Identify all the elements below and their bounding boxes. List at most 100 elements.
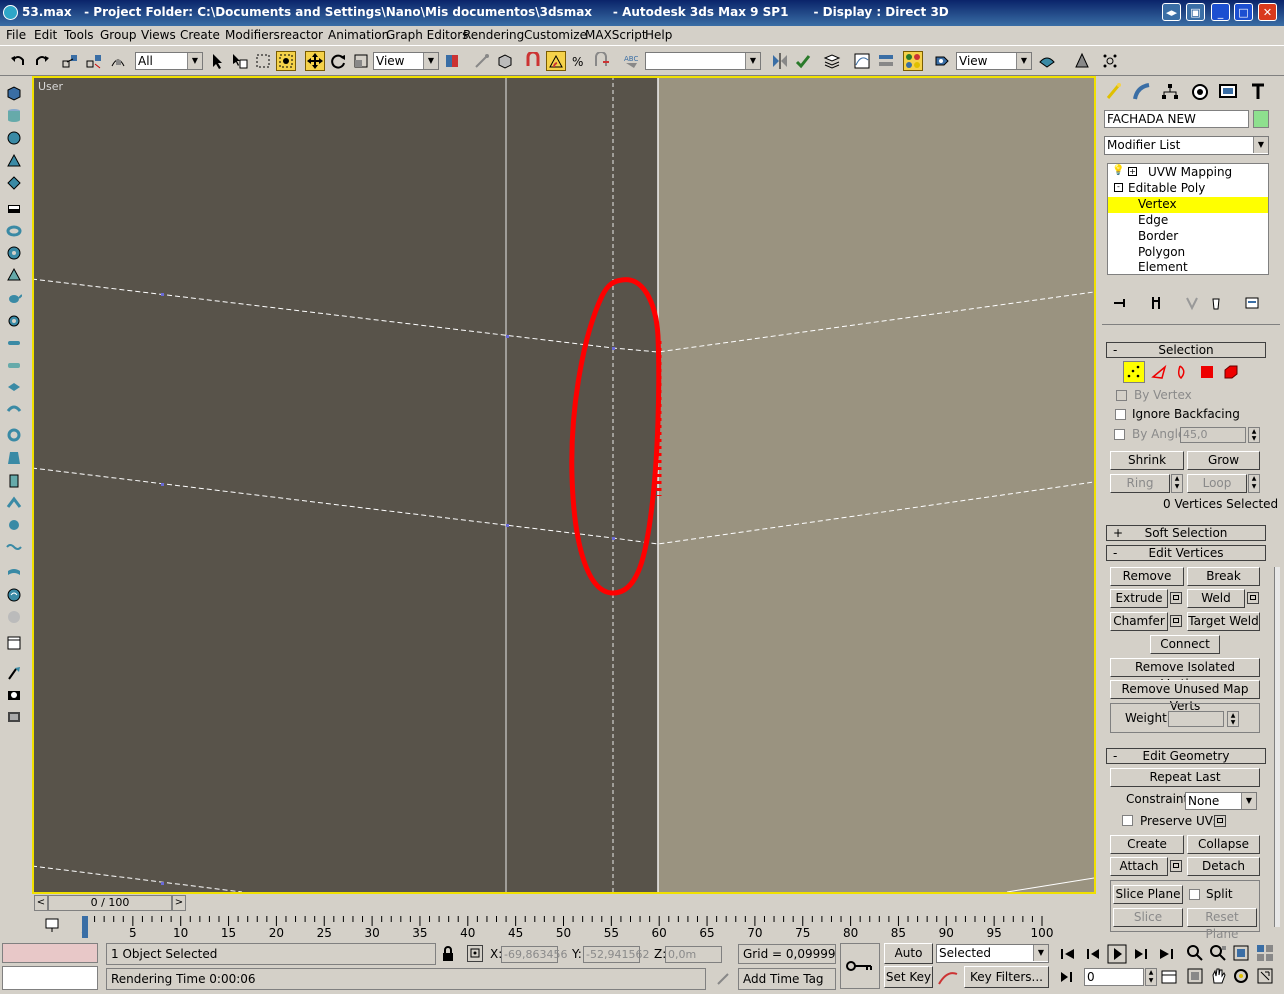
cloud-icon[interactable] (6, 609, 22, 625)
by-vertex-checkbox[interactable] (1116, 390, 1127, 401)
vertex-marker[interactable] (161, 483, 164, 486)
quick-render-icon[interactable] (1037, 51, 1057, 71)
reset-plane-button[interactable]: Reset Plane (1187, 908, 1257, 941)
weld-button[interactable]: Weld (1187, 589, 1245, 608)
current-frame-field[interactable]: 0 (1084, 968, 1144, 986)
minimize-button[interactable]: _ (1211, 3, 1230, 21)
time-next-button[interactable]: > (172, 895, 186, 911)
named-selection-dropdown[interactable]: ▼ (645, 52, 761, 70)
angle-spinner[interactable]: ▲ ▼ (1248, 427, 1260, 443)
set-key-big-button[interactable] (840, 943, 880, 989)
align-icon[interactable] (793, 51, 813, 71)
percent-snap-icon[interactable]: % (569, 51, 589, 71)
time-prev-button[interactable]: < (34, 895, 48, 911)
break-button[interactable]: Break (1187, 567, 1260, 586)
ring-button[interactable]: Ring (1110, 474, 1170, 493)
utilities-tab-icon[interactable] (1248, 82, 1268, 102)
app-icon[interactable] (3, 5, 18, 20)
stack-item-polygon[interactable]: Polygon (1108, 245, 1268, 261)
spindle-icon[interactable] (6, 379, 22, 395)
viewport-label[interactable]: User (38, 80, 63, 93)
object-color-swatch[interactable] (1253, 110, 1269, 128)
spinner-snap-icon[interactable] (592, 51, 612, 71)
vertex-marker[interactable] (161, 882, 164, 885)
by-angle-field[interactable]: 45,0 (1180, 427, 1246, 443)
create-button[interactable]: Create (1110, 835, 1184, 854)
x-coordinate-field[interactable]: -69,863456 (501, 946, 567, 963)
maxscript-input[interactable] (2, 966, 98, 990)
attach-list-icon[interactable] (1170, 860, 1182, 872)
helix-icon[interactable] (6, 587, 22, 603)
time-configuration-icon[interactable] (1160, 968, 1178, 986)
scale-icon[interactable] (351, 51, 371, 71)
absolute-mode-icon[interactable] (467, 945, 483, 962)
soft-selection-rollout-header[interactable]: + Soft Selection (1106, 525, 1266, 541)
previous-frame-icon[interactable] (1084, 946, 1104, 962)
time-slider-thumb[interactable]: 0 / 100 (48, 895, 172, 911)
pyramid-icon[interactable] (6, 267, 22, 283)
detach-button[interactable]: Detach (1187, 857, 1260, 876)
arc-rotate-icon[interactable] (1232, 967, 1250, 985)
oil-tank-icon[interactable] (6, 357, 22, 373)
render-type-dropdown[interactable]: View ▼ (956, 52, 1032, 70)
menu-views[interactable]: Views (141, 28, 176, 42)
by-angle-checkbox[interactable] (1114, 429, 1125, 440)
auto-key-button[interactable]: Auto Key (884, 943, 933, 979)
frame-spinner[interactable]: ▲ ▼ (1145, 968, 1157, 986)
play-icon[interactable] (1107, 944, 1127, 964)
undo-icon[interactable] (8, 51, 28, 71)
remove-button[interactable]: Remove (1110, 567, 1184, 586)
z-coordinate-field[interactable]: 0,0m (665, 946, 722, 963)
vertex-marker[interactable] (506, 524, 509, 527)
modify-tab-icon[interactable] (1132, 82, 1152, 102)
chamfer-settings-icon[interactable] (1170, 615, 1182, 627)
loop-spinner[interactable]: ▲ ▼ (1248, 474, 1260, 493)
highlight-icon[interactable] (1072, 51, 1092, 71)
redo-icon[interactable] (32, 51, 52, 71)
torus-knot-icon[interactable] (6, 495, 22, 511)
zoom-all-icon[interactable] (1209, 944, 1227, 962)
stack-item-border[interactable]: Border (1108, 229, 1268, 245)
prism-icon[interactable] (6, 473, 22, 489)
select-and-link-icon[interactable] (60, 51, 80, 71)
menu-tools[interactable]: Tools (64, 28, 94, 42)
slice-button[interactable]: Slice (1113, 908, 1183, 927)
menu-help[interactable]: Help (645, 28, 672, 42)
extrude-settings-icon[interactable] (1170, 592, 1182, 604)
camera-icon[interactable] (6, 687, 22, 703)
constraints-dropdown[interactable]: None ▼ (1185, 792, 1257, 810)
slice-plane-button[interactable]: Slice Plane (1113, 885, 1183, 904)
pin-stack-icon[interactable] (1112, 295, 1128, 311)
brush-icon[interactable] (6, 665, 22, 681)
window-icon[interactable] (6, 635, 22, 651)
remove-isolated-vertices-button[interactable]: Remove Isolated Vertices (1110, 658, 1260, 691)
gear-icon[interactable] (6, 313, 22, 329)
maximize-button[interactable]: □ (1234, 3, 1253, 21)
weld-settings-icon[interactable] (1247, 592, 1259, 604)
edge-mode-icon[interactable] (1150, 363, 1168, 381)
window-crossing-icon[interactable] (276, 51, 296, 71)
perspective-viewport[interactable]: User (32, 76, 1096, 894)
bind-to-space-warp-icon[interactable] (108, 51, 128, 71)
current-frame-marker[interactable] (82, 916, 88, 938)
restore-icon[interactable]: ◂▸ (1162, 3, 1181, 21)
stack-item-element[interactable]: Element (1108, 260, 1268, 275)
vertex-marker[interactable] (506, 335, 509, 338)
preserve-uvs-checkbox[interactable] (1122, 815, 1133, 826)
field-of-view-icon[interactable] (1186, 967, 1204, 985)
weight-spinner[interactable]: ▲ ▼ (1227, 711, 1239, 727)
rotate-icon[interactable] (328, 51, 348, 71)
go-to-start-icon[interactable] (1058, 946, 1078, 962)
time-tag-icon[interactable] (715, 971, 731, 987)
sphere-icon[interactable] (6, 130, 22, 146)
chamfer-box-icon[interactable] (6, 517, 22, 533)
menu-animation[interactable]: Animation (328, 28, 389, 42)
stack-item-vertex[interactable]: Vertex (1108, 197, 1268, 213)
zoom-extents-all-icon[interactable] (1256, 944, 1274, 962)
zoom-icon[interactable] (1186, 944, 1204, 962)
stack-item-uvw-mapping[interactable]: 💡 + UVW Mapping (1108, 165, 1268, 180)
menu-modifiers[interactable]: Modifiers (225, 28, 280, 42)
target-weld-button[interactable]: Target Weld (1187, 612, 1260, 631)
attach-button[interactable]: Attach (1110, 857, 1168, 876)
ribbon-icon[interactable] (6, 565, 22, 581)
